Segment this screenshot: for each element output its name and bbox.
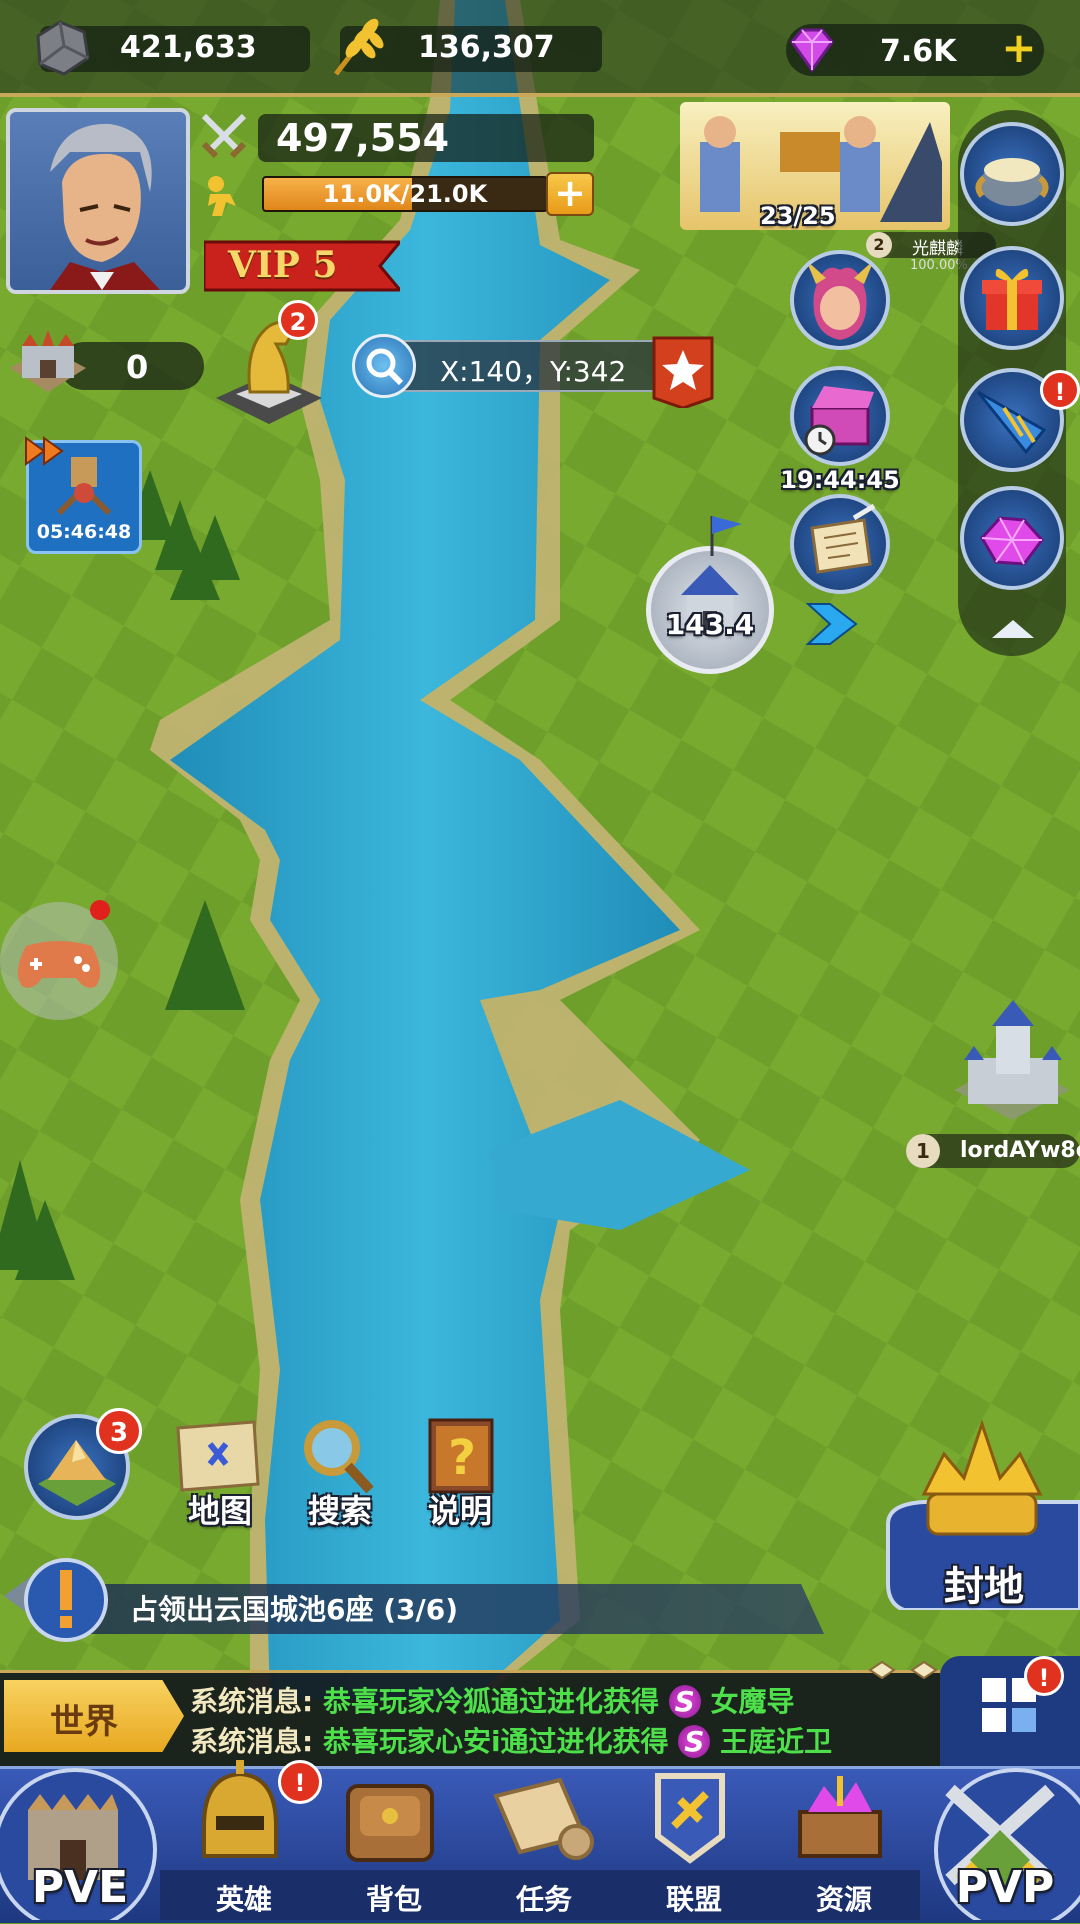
fast-forward-icon bbox=[24, 436, 66, 466]
coord-text: X:140，Y:342 bbox=[440, 355, 627, 388]
nav-bag-icon[interactable] bbox=[330, 1756, 450, 1876]
enemy-city-name: lordAYw8ov bbox=[960, 1138, 1080, 1163]
tower-value: 143.4 bbox=[665, 608, 755, 641]
chest-timer: 19:44:45 bbox=[780, 466, 900, 494]
expand-arrow-icon[interactable] bbox=[800, 596, 870, 652]
chat-body: 恭喜玩家冷狐通过进化获得 bbox=[322, 1685, 659, 1718]
nav-quest-icon[interactable] bbox=[480, 1756, 600, 1876]
stone-amount: 421,633 bbox=[120, 30, 257, 65]
left-event-timer: 05:46:48 bbox=[36, 521, 132, 543]
help-label[interactable]: 说明 bbox=[410, 1486, 510, 1532]
pvp-label: PVP bbox=[955, 1862, 1055, 1913]
chat-message-2[interactable]: 系统消息: 恭喜玩家心安i通过进化获得 S 王庭近卫 bbox=[190, 1720, 832, 1760]
pve-map-badge: 3 bbox=[96, 1408, 142, 1454]
knight-badge: 2 bbox=[278, 300, 318, 340]
pve-button[interactable]: PVE bbox=[0, 1750, 170, 1924]
add-exp-button[interactable]: + bbox=[546, 172, 594, 216]
nav-resource-label[interactable]: 资源 bbox=[784, 1878, 904, 1918]
event-count: 23/25 bbox=[760, 202, 836, 230]
enemy-castle[interactable] bbox=[944, 994, 1080, 1130]
map-label[interactable]: 地图 bbox=[170, 1486, 270, 1532]
vip-label: VIP 5 bbox=[228, 244, 338, 286]
chest-button[interactable] bbox=[790, 366, 890, 466]
chat-message-1[interactable]: 系统消息: 恭喜玩家冷狐通过进化获得 S 女魔导 bbox=[190, 1680, 794, 1720]
quest-text: 占领出云国城池6座 (3/6) bbox=[130, 1593, 459, 1626]
power-value: 497,554 bbox=[276, 116, 450, 160]
search-label[interactable]: 搜索 bbox=[290, 1486, 390, 1532]
event-rank-player: 光麒麟 bbox=[912, 239, 963, 259]
nav-quest-label[interactable]: 任务 bbox=[484, 1878, 604, 1918]
castle-icon bbox=[0, 318, 96, 406]
grade-s-icon: S bbox=[668, 1685, 701, 1718]
world-channel-label: 世界 bbox=[50, 1702, 118, 1742]
grain-amount: 136,307 bbox=[418, 30, 555, 65]
enemy-rank-number: 1 bbox=[906, 1134, 940, 1168]
quest-alert-icon[interactable] bbox=[0, 1536, 120, 1656]
exp-icon bbox=[200, 172, 246, 218]
pve-label: PVE bbox=[31, 1862, 129, 1913]
gift-box-icon[interactable] bbox=[960, 246, 1064, 350]
hero-alert-badge: ! bbox=[278, 1760, 322, 1804]
chat-body: 恭喜玩家心安i通过进化获得 bbox=[322, 1725, 669, 1758]
chat-prefix: 系统消息: bbox=[190, 1725, 314, 1758]
fief-label: 封地 bbox=[944, 1564, 1024, 1610]
gem-icon bbox=[786, 26, 838, 74]
menu-alert-badge: ! bbox=[1024, 1656, 1064, 1696]
party-alert-badge: ! bbox=[1040, 370, 1080, 410]
svg-text:?: ? bbox=[448, 1430, 476, 1486]
search-icon[interactable] bbox=[352, 334, 416, 398]
crystal-icon[interactable] bbox=[960, 486, 1064, 590]
chat-divider-ornament bbox=[868, 1658, 938, 1682]
player-avatar[interactable] bbox=[6, 108, 190, 294]
add-gems-icon[interactable]: + bbox=[1000, 27, 1038, 69]
gem-amount: 7.6K bbox=[880, 34, 957, 69]
top-resource-bar: 421,633 136,307 7.6K + bbox=[0, 0, 1080, 96]
swords-icon bbox=[198, 110, 250, 162]
collapse-panel-icon[interactable] bbox=[988, 614, 1038, 644]
gamepad-notify-dot bbox=[90, 900, 110, 920]
nav-alliance-icon[interactable] bbox=[630, 1756, 750, 1876]
bookmark-star-button[interactable] bbox=[650, 334, 716, 410]
wheat-icon bbox=[326, 14, 388, 80]
event-rank-number: 2 bbox=[866, 232, 892, 258]
hero-recruit-button[interactable] bbox=[790, 250, 890, 350]
pot-gold-icon[interactable] bbox=[960, 122, 1064, 226]
nav-bag-label[interactable]: 背包 bbox=[334, 1878, 454, 1918]
event-banner[interactable]: 23/25 bbox=[680, 102, 950, 230]
tower-flag-icon bbox=[706, 512, 746, 556]
chat-item: 王庭近卫 bbox=[720, 1725, 833, 1758]
pvp-button[interactable]: PVP bbox=[920, 1750, 1080, 1924]
grade-s-icon: S bbox=[678, 1725, 711, 1758]
chat-prefix: 系统消息: bbox=[190, 1685, 314, 1718]
exp-text: 11.0K/21.0K bbox=[322, 180, 488, 208]
chat-item: 女魔导 bbox=[710, 1685, 795, 1718]
nav-resource-icon[interactable] bbox=[780, 1756, 900, 1876]
scroll-quest-button[interactable] bbox=[790, 494, 890, 594]
nav-hero-label[interactable]: 英雄 bbox=[184, 1878, 304, 1918]
nav-alliance-label[interactable]: 联盟 bbox=[634, 1878, 754, 1918]
city-count-value: 0 bbox=[126, 348, 149, 386]
stone-icon bbox=[30, 16, 92, 78]
world-channel-tab[interactable]: 世界 bbox=[4, 1680, 184, 1752]
vip-banner[interactable]: VIP 5 bbox=[202, 236, 404, 294]
fief-button[interactable]: 封地 bbox=[884, 1414, 1080, 1612]
